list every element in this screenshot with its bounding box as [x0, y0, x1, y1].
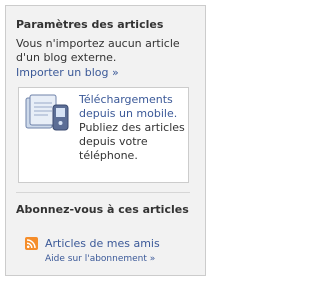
- mobile-upload-description: Publiez des articles depuis votre téléph…: [79, 121, 185, 162]
- settings-title: Paramètres des articles: [16, 18, 164, 31]
- import-blog-link[interactable]: Importer un blog »: [16, 66, 119, 80]
- mobile-upload-box: Téléchargements depuis un mobile. Publie…: [18, 87, 189, 183]
- mobile-upload-text: Téléchargements depuis un mobile. Publie…: [79, 93, 187, 163]
- mobile-phone-icon: [25, 94, 69, 131]
- subscription-help-link[interactable]: Aide sur l'abonnement »: [45, 253, 155, 265]
- mobile-upload-link[interactable]: Téléchargements depuis un mobile.: [79, 93, 177, 120]
- no-import-text: Vous n'importez aucun article d'un blog …: [16, 37, 180, 64]
- friends-notes-link[interactable]: Articles de mes amis: [45, 237, 160, 251]
- section-divider: [16, 192, 190, 193]
- rss-feed-icon: [25, 237, 38, 250]
- subscribe-title: Abonnez-vous à ces articles: [16, 203, 189, 216]
